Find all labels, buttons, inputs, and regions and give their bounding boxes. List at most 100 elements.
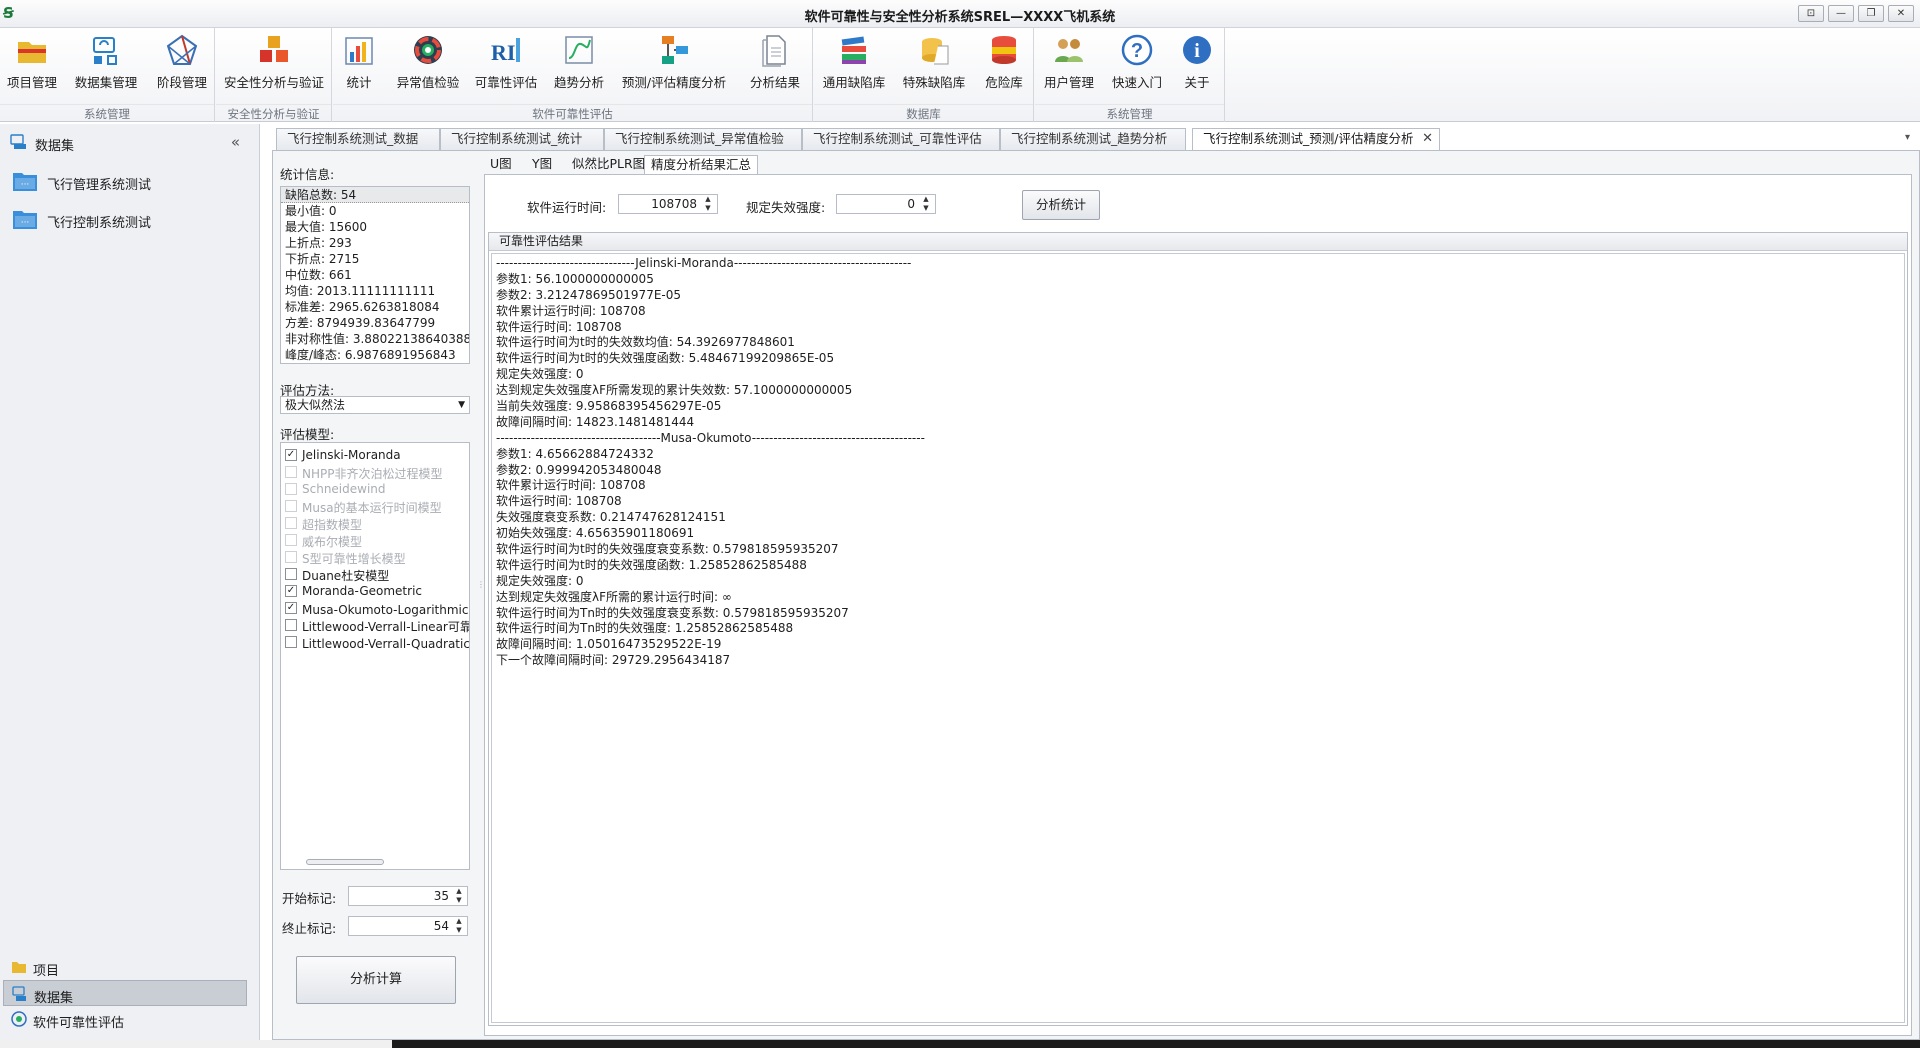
statistics-button[interactable]: 统计 bbox=[337, 30, 381, 102]
general-defect-db-button[interactable]: 通用缺陷库 bbox=[818, 30, 890, 102]
end-mark-stepper[interactable]: 54 ▲ ▼ bbox=[348, 916, 468, 936]
nav-reliability[interactable]: 软件可靠性评估 bbox=[3, 1006, 247, 1032]
tab-accuracy-label: 飞行控制系统测试_预测/评估精度分析 bbox=[1203, 131, 1414, 146]
result-line: 参数2: 3.21247869501977E-05 bbox=[496, 287, 682, 302]
end-mark-label: 终止标记: bbox=[282, 921, 337, 936]
list-item[interactable]: 峰度/峰态: 6.9876891956843 bbox=[281, 347, 469, 363]
ribbon-group-system2: 用户管理 ? 快速入门 i 关于 系统管理 bbox=[1035, 28, 1225, 122]
ribbon-group-safety: 安全性分析与验证 安全性分析与验证 bbox=[216, 28, 332, 122]
left-panel: 统计信息: 缺陷总数: 54 最小值: 0 最大值: 15600 上折点: 29… bbox=[276, 152, 476, 1034]
window-title: 软件可靠性与安全性分析系统SREL—XXXX飞机系统 bbox=[804, 10, 1116, 25]
spin-arrows-icon[interactable]: ▲ ▼ bbox=[453, 917, 465, 935]
safety-analysis-button[interactable]: 安全性分析与验证 bbox=[224, 30, 324, 102]
project-management-button[interactable]: 项目管理 bbox=[2, 30, 62, 102]
method-select[interactable]: 极大似然法 ▼ bbox=[280, 396, 470, 414]
close-icon[interactable]: ✕ bbox=[1422, 129, 1433, 149]
folder-icon: ··· bbox=[13, 211, 37, 229]
tab-menu-icon[interactable]: ▾ bbox=[1905, 132, 1910, 143]
results-title: 可靠性评估结果 bbox=[489, 233, 1907, 251]
result-line: 参数1: 4.65662884724332 bbox=[496, 446, 654, 461]
prediction-accuracy-button[interactable]: 预测/评估精度分析 bbox=[619, 30, 729, 102]
result-line: 软件累计运行时间: 108708 bbox=[496, 478, 646, 493]
intensity-label: 规定失效强度: bbox=[746, 200, 826, 215]
splitter-handle[interactable]: ⋮ bbox=[477, 580, 485, 600]
model-list: ✓ Jelinski-Moranda NHPP非齐次泊松过程模型 Schneide… bbox=[280, 442, 470, 870]
results-text[interactable]: --------------------------------Jelinski… bbox=[491, 253, 1905, 1023]
list-item[interactable]: 标准差: 2965.6263818084 bbox=[281, 299, 469, 315]
tab-trend[interactable]: 飞行控制系统测试_趋势分析 bbox=[1000, 128, 1186, 150]
start-mark-stepper[interactable]: 35 ▲ ▼ bbox=[348, 886, 468, 906]
result-line: 规定失效强度: 0 bbox=[496, 367, 584, 382]
dataset-item[interactable]: ··· 飞行控制系统测试 bbox=[8, 200, 252, 238]
reliability-evaluation-button[interactable]: RI 可靠性评估 bbox=[473, 30, 539, 102]
list-item[interactable]: 均值: 2013.11111111111 bbox=[281, 283, 469, 299]
ribbon-group-reliability: 统计 异常值检验 RI 可靠性评估 趋势分析 预测/评估精度分析 分析结果 软件… bbox=[333, 28, 813, 122]
stats-label: 统计信息: bbox=[280, 167, 335, 182]
books-stack-icon bbox=[841, 36, 866, 64]
aperture-icon bbox=[11, 1011, 27, 1027]
hazard-db-button[interactable]: 危险库 bbox=[978, 30, 1030, 102]
ri-icon: RI bbox=[491, 38, 520, 65]
list-item[interactable]: 最大值: 15600 bbox=[281, 219, 469, 235]
list-item[interactable]: 最小值: 0 bbox=[281, 203, 469, 219]
horizontal-scrollbar[interactable] bbox=[306, 859, 384, 865]
result-line: 下一个故障间隔时间: 29729.2956434187 bbox=[496, 653, 731, 668]
special-defect-db-button[interactable]: 特殊缺陷库 bbox=[898, 30, 970, 102]
list-item[interactable]: 中位数: 661 bbox=[281, 267, 469, 283]
ribbon-group-database: 通用缺陷库 特殊缺陷库 危险库 数据库 bbox=[814, 28, 1034, 122]
spin-arrows-icon[interactable]: ▲ ▼ bbox=[920, 195, 932, 213]
phase-management-button[interactable]: 阶段管理 bbox=[152, 30, 212, 102]
chevron-down-icon: ▼ bbox=[458, 400, 465, 410]
compute-button[interactable]: 分析计算 bbox=[296, 956, 456, 1004]
runtime-stepper[interactable]: 108708 ▲ ▼ bbox=[618, 194, 718, 214]
svg-text:···: ··· bbox=[21, 180, 30, 190]
list-item[interactable]: 上折点: 293 bbox=[281, 235, 469, 251]
subtab-y-plot[interactable]: Y图 bbox=[526, 155, 558, 175]
quick-start-button[interactable]: ? 快速入门 bbox=[1107, 30, 1167, 102]
flowchart-icon bbox=[662, 36, 688, 64]
list-item[interactable]: 方差: 8794939.83647799 bbox=[281, 315, 469, 331]
ribbon-group-label: 数据库 bbox=[814, 104, 1033, 121]
result-line: 参数1: 56.1000000000005 bbox=[496, 271, 654, 286]
spin-arrows-icon[interactable]: ▲ ▼ bbox=[453, 887, 465, 905]
tab-reliability[interactable]: 飞行控制系统测试_可靠性评估 bbox=[802, 128, 1000, 150]
subtab-plr-plot[interactable]: 似然比PLR图 bbox=[566, 155, 651, 175]
outlier-test-button[interactable]: 异常值检验 bbox=[393, 30, 463, 102]
about-button[interactable]: i 关于 bbox=[1173, 30, 1221, 102]
nav-project[interactable]: 项目 bbox=[3, 954, 247, 980]
analysis-results-button[interactable]: 分析结果 bbox=[743, 30, 807, 102]
result-line: 软件运行时间为t时的失效强度衰变系数: 0.579818595935207 bbox=[496, 542, 839, 557]
svg-text:RI: RI bbox=[491, 40, 515, 65]
minimize-button[interactable]: — bbox=[1828, 5, 1854, 22]
result-line: 软件运行时间为t时的失效强度函数: 5.48467199209865E-05 bbox=[496, 351, 835, 366]
dataset-management-button[interactable]: 数据集管理 bbox=[68, 30, 144, 102]
list-item[interactable]: 下折点: 2715 bbox=[281, 251, 469, 267]
subtab-u-plot[interactable]: U图 bbox=[484, 155, 518, 175]
restore-icon[interactable]: ⊡ bbox=[1798, 5, 1824, 22]
tab-statistics[interactable]: 飞行控制系统测试_统计 bbox=[440, 128, 604, 150]
collapse-icon[interactable]: « bbox=[231, 133, 240, 151]
intensity-stepper[interactable]: 0 ▲ ▼ bbox=[836, 194, 936, 214]
dataset-item[interactable]: ··· 飞行管理系统测试 bbox=[8, 162, 252, 200]
nav-dataset[interactable]: 数据集 bbox=[3, 980, 247, 1006]
tab-accuracy[interactable]: 飞行控制系统测试_预测/评估精度分析 ✕ bbox=[1192, 128, 1440, 151]
spin-arrows-icon[interactable]: ▲ ▼ bbox=[702, 195, 714, 213]
tab-data[interactable]: 飞行控制系统测试_数据 bbox=[276, 128, 440, 150]
ribbon-toolbar: 项目管理 数据集管理 阶段管理 系统管理 安全性分析与验证 安全性分析与验证 统… bbox=[0, 28, 1920, 122]
tab-outlier[interactable]: 飞行控制系统测试_异常值检验 bbox=[604, 128, 802, 150]
list-item[interactable]: 缺陷总数: 54 bbox=[281, 187, 469, 203]
network-phase-icon bbox=[166, 34, 198, 65]
ribbon-group-label: 系统管理 bbox=[0, 104, 214, 121]
database-special-icon bbox=[922, 38, 949, 65]
result-line: 软件运行时间为t时的失效强度函数: 1.25852862585488 bbox=[496, 557, 807, 572]
analyze-button[interactable]: 分析统计 bbox=[1022, 190, 1100, 220]
trend-analysis-button[interactable]: 趋势分析 bbox=[549, 30, 609, 102]
subtab-accuracy-summary[interactable]: 精度分析结果汇总 bbox=[644, 155, 759, 175]
close-button[interactable]: ✕ bbox=[1888, 5, 1914, 22]
runtime-label: 软件运行时间: bbox=[527, 200, 607, 215]
taskbar bbox=[0, 1040, 1920, 1048]
user-management-button[interactable]: 用户管理 bbox=[1039, 30, 1099, 102]
model-label: 评估模型: bbox=[280, 427, 335, 442]
list-item[interactable]: 非对称性值: 3.88022138640388 bbox=[281, 331, 469, 347]
maximize-button[interactable]: ❐ bbox=[1858, 5, 1884, 22]
